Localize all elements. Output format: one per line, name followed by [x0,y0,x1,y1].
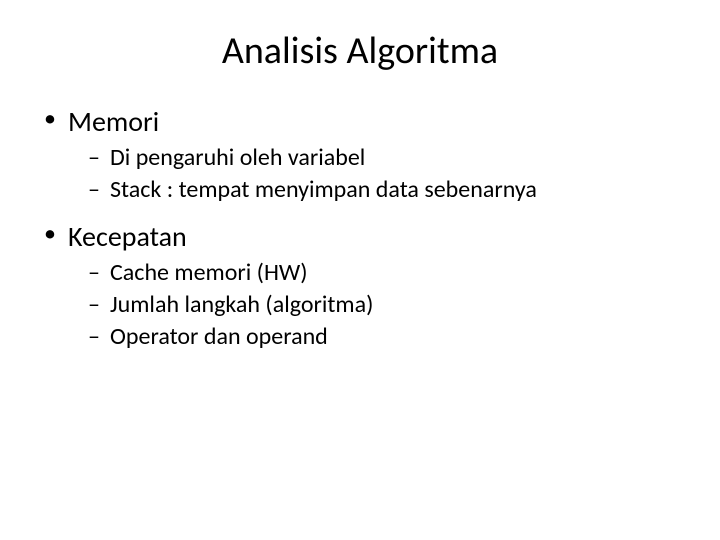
sub-list-item: Jumlah langkah (algoritma) [88,290,680,320]
list-item: Kecepatan Cache memori (HW) Jumlah langk… [40,219,680,352]
slide-title: Analisis Algoritma [0,0,720,84]
list-item: Memori Di pengaruhi oleh variabel Stack … [40,104,680,205]
slide: Analisis Algoritma Memori Di pengaruhi o… [0,0,720,540]
sub-list-item: Cache memori (HW) [88,258,680,288]
list-item-label: Kecepatan [68,219,187,254]
sub-list: Cache memori (HW) Jumlah langkah (algori… [68,258,680,352]
sub-list: Di pengaruhi oleh variabel Stack : tempa… [68,143,680,205]
bullet-list: Memori Di pengaruhi oleh variabel Stack … [40,104,680,352]
slide-body: Memori Di pengaruhi oleh variabel Stack … [0,84,720,352]
sub-list-item: Stack : tempat menyimpan data sebenarnya [88,175,680,205]
sub-list-item: Operator dan operand [88,322,680,352]
list-item-label: Memori [68,104,159,139]
sub-list-item: Di pengaruhi oleh variabel [88,143,680,173]
